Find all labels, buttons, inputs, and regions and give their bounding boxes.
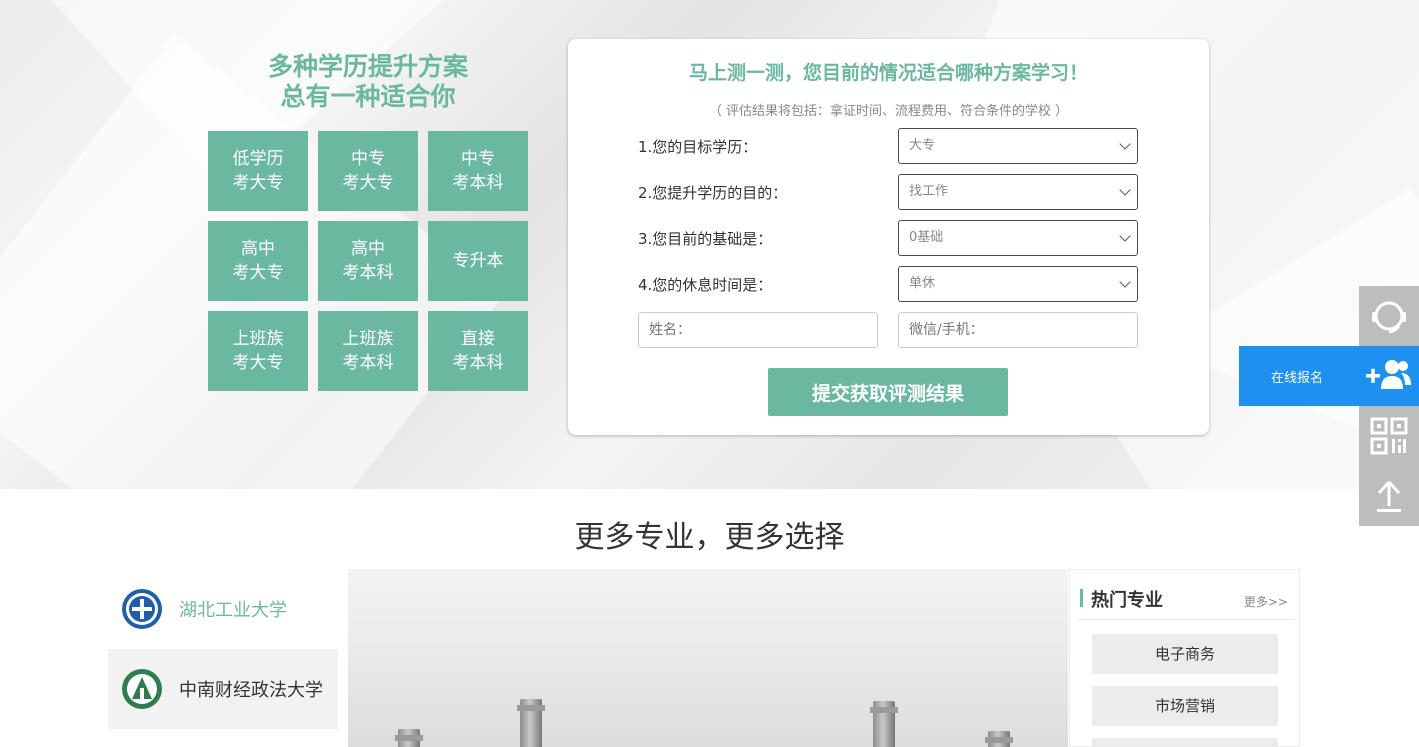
plan-tile[interactable]: 上班族 考本科 bbox=[318, 311, 418, 391]
hot-majors-header: 热门专业 更多>> bbox=[1078, 586, 1294, 620]
chevron-down-icon bbox=[1119, 184, 1131, 196]
question-label: 3.您目前的基础是： bbox=[638, 230, 773, 248]
university-logo-icon bbox=[122, 589, 162, 629]
foundation-select[interactable]: 0基础 bbox=[898, 220, 1138, 256]
university-logo-icon bbox=[122, 669, 162, 709]
plan-grid: 低学历 考大专 中专 考大专 中专 考本科 高中 考大专 高中 考本科 专升本 … bbox=[208, 131, 528, 391]
photo-pillar bbox=[870, 701, 898, 747]
rest-time-select[interactable]: 单休 bbox=[898, 266, 1138, 302]
accent-bar bbox=[1080, 589, 1083, 607]
major-item[interactable]: 市场营销 bbox=[1092, 686, 1278, 726]
university-name: 湖北工业大学 bbox=[179, 600, 287, 621]
select-value: 单休 bbox=[909, 276, 936, 291]
university-tab-hubei[interactable]: 湖北工业大学 bbox=[108, 569, 338, 649]
select-value: 大专 bbox=[909, 138, 936, 153]
chevron-down-icon bbox=[1119, 230, 1131, 242]
target-degree-select[interactable]: 大专 bbox=[898, 128, 1138, 164]
name-input[interactable] bbox=[638, 312, 878, 348]
plan-tile[interactable]: 中专 考本科 bbox=[428, 131, 528, 211]
plan-tile[interactable]: 高中 考大专 bbox=[208, 221, 308, 301]
university-tab-zhongnan[interactable]: 中南财经政法大学 bbox=[108, 649, 338, 729]
headset-icon bbox=[1372, 301, 1406, 334]
section-title: 更多专业，更多选择 bbox=[574, 520, 845, 555]
chevron-down-icon bbox=[1119, 138, 1131, 150]
select-value: 0基础 bbox=[909, 230, 944, 245]
hero-title-line2: 总有一种适合你 bbox=[280, 82, 456, 111]
purpose-select[interactable]: 找工作 bbox=[898, 174, 1138, 210]
plan-tile[interactable]: 中专 考大专 bbox=[318, 131, 418, 211]
add-user-icon bbox=[1366, 360, 1411, 389]
major-item[interactable] bbox=[1092, 738, 1278, 747]
plan-tile[interactable]: 专升本 bbox=[428, 221, 528, 301]
hot-majors-title: 热门专业 bbox=[1091, 590, 1163, 611]
question-label: 1.您的目标学历： bbox=[638, 138, 758, 156]
online-apply-label: 在线报名 bbox=[1271, 370, 1324, 386]
back-to-top-icon bbox=[1377, 480, 1401, 512]
qr-code-button[interactable] bbox=[1359, 406, 1419, 466]
photo-pillar bbox=[985, 731, 1013, 747]
campus-photo bbox=[348, 569, 1068, 747]
select-value: 找工作 bbox=[909, 184, 949, 199]
form-title: 马上测一测，您目前的情况适合哪种方案学习！ bbox=[688, 62, 1088, 84]
major-item[interactable]: 电子商务 bbox=[1092, 634, 1278, 674]
hero-title-line1: 多种学历提升方案 bbox=[267, 52, 468, 81]
form-subtitle: （ 评估结果将包括：拿证时间、流程费用、符合条件的学校 ） bbox=[708, 104, 1069, 119]
plan-tile[interactable]: 高中 考本科 bbox=[318, 221, 418, 301]
hero-title: 多种学历提升方案 总有一种适合你 bbox=[210, 52, 526, 112]
hot-majors-panel: 热门专业 更多>> 电子商务 市场营销 bbox=[1069, 569, 1300, 747]
plan-tile[interactable]: 低学历 考大专 bbox=[208, 131, 308, 211]
customer-service-button[interactable] bbox=[1359, 286, 1419, 346]
hero-banner: 多种学历提升方案 总有一种适合你 低学历 考大专 中专 考大专 中专 考本科 高… bbox=[0, 0, 1419, 489]
qr-code-icon bbox=[1370, 417, 1408, 455]
contact-input[interactable] bbox=[898, 312, 1138, 348]
photo-pillar bbox=[517, 699, 545, 747]
photo-pillar bbox=[395, 729, 423, 747]
chevron-down-icon bbox=[1119, 276, 1131, 288]
more-link[interactable]: 更多>> bbox=[1244, 593, 1288, 610]
question-label: 4.您的休息时间是： bbox=[638, 276, 773, 294]
online-apply-button[interactable]: 在线报名 bbox=[1239, 346, 1419, 406]
university-name: 中南财经政法大学 bbox=[179, 680, 323, 701]
plan-tile[interactable]: 上班族 考大专 bbox=[208, 311, 308, 391]
plan-tile[interactable]: 直接 考本科 bbox=[428, 311, 528, 391]
question-label: 2.您提升学历的目的： bbox=[638, 184, 788, 202]
submit-button[interactable]: 提交获取评测结果 bbox=[768, 368, 1008, 416]
assessment-form-card: 马上测一测，您目前的情况适合哪种方案学习！ （ 评估结果将包括：拿证时间、流程费… bbox=[568, 39, 1209, 435]
